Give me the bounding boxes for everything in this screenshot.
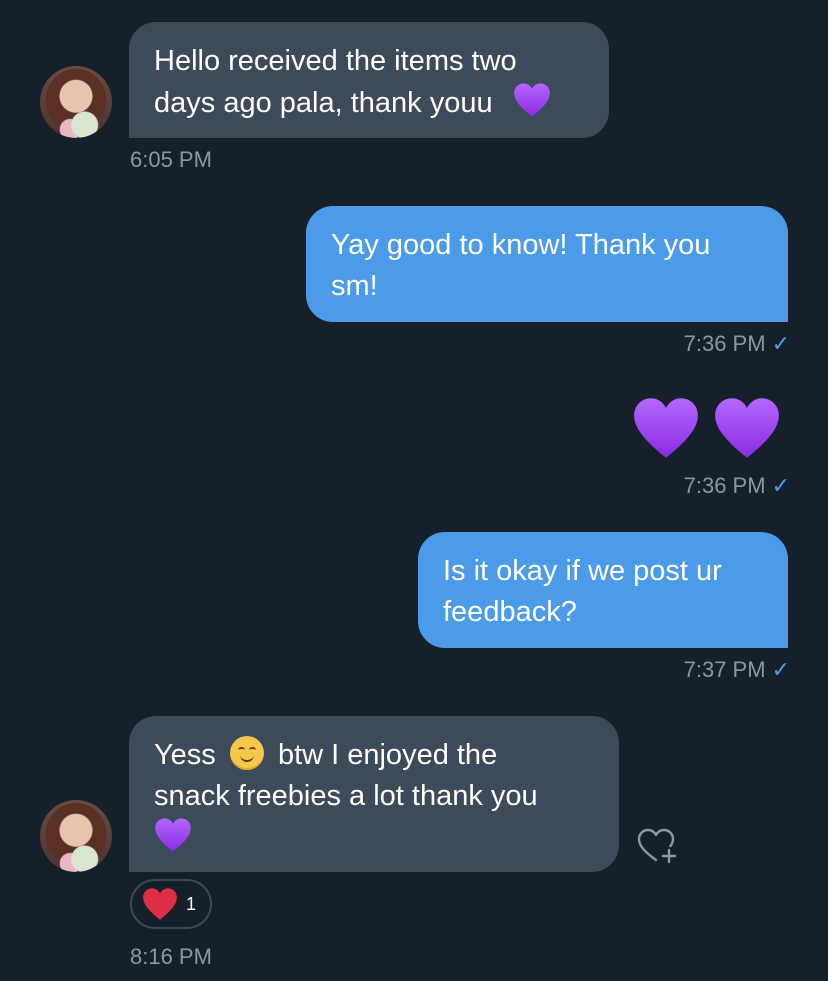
- read-check-icon: ✓: [771, 331, 790, 356]
- message-timestamp: 6:05 PM: [130, 147, 212, 172]
- purple-heart-emoji-icon: [513, 82, 551, 118]
- message-bubble-outgoing[interactable]: Yay good to know! Thank you sm!: [306, 206, 788, 322]
- read-check-icon: ✓: [771, 657, 790, 682]
- message-timestamp: 7:37 PM ✓: [683, 657, 790, 682]
- sender-avatar[interactable]: [40, 800, 112, 872]
- purple-heart-emoji-icon: [632, 395, 700, 461]
- message-text-line: Is it okay if we post ur: [443, 555, 722, 587]
- message-text-line: Yay good to know! Thank you: [331, 229, 711, 261]
- message-text-line: snack freebies a lot thank you: [154, 780, 538, 812]
- message-bubble-incoming[interactable]: Hello received the items two days ago pa…: [129, 22, 609, 138]
- smiling-face-emoji-icon: [229, 736, 264, 770]
- message-text-line: days ago pala, thank youu: [154, 82, 583, 124]
- message-text-line: sm!: [331, 270, 378, 302]
- message-text-line: Yess btw I enjoyed the: [154, 735, 593, 776]
- sender-avatar[interactable]: [40, 66, 112, 138]
- message-text: days ago pala, thank youu: [154, 87, 493, 119]
- message-bubble-incoming[interactable]: Yess btw I enjoyed the snack freebies a …: [129, 716, 619, 872]
- message-timestamp: 7:36 PM ✓: [683, 473, 790, 498]
- purple-heart-emoji-icon: [713, 395, 781, 461]
- message-timestamp: 8:16 PM: [130, 944, 212, 969]
- read-check-icon: ✓: [771, 473, 790, 498]
- message-text-line: Hello received the items two: [154, 45, 517, 77]
- reaction-count: 1: [186, 893, 197, 914]
- message-text-line: feedback?: [443, 596, 577, 628]
- purple-heart-emoji-icon: [154, 817, 192, 853]
- message-bubble-outgoing[interactable]: Is it okay if we post ur feedback?: [418, 532, 788, 648]
- message-timestamp: 7:36 PM ✓: [683, 331, 790, 356]
- red-heart-emoji-icon: [142, 887, 178, 921]
- reaction-pill[interactable]: 1: [130, 879, 212, 929]
- heart-plus-icon[interactable]: [636, 826, 680, 866]
- message-text-line: [154, 817, 593, 859]
